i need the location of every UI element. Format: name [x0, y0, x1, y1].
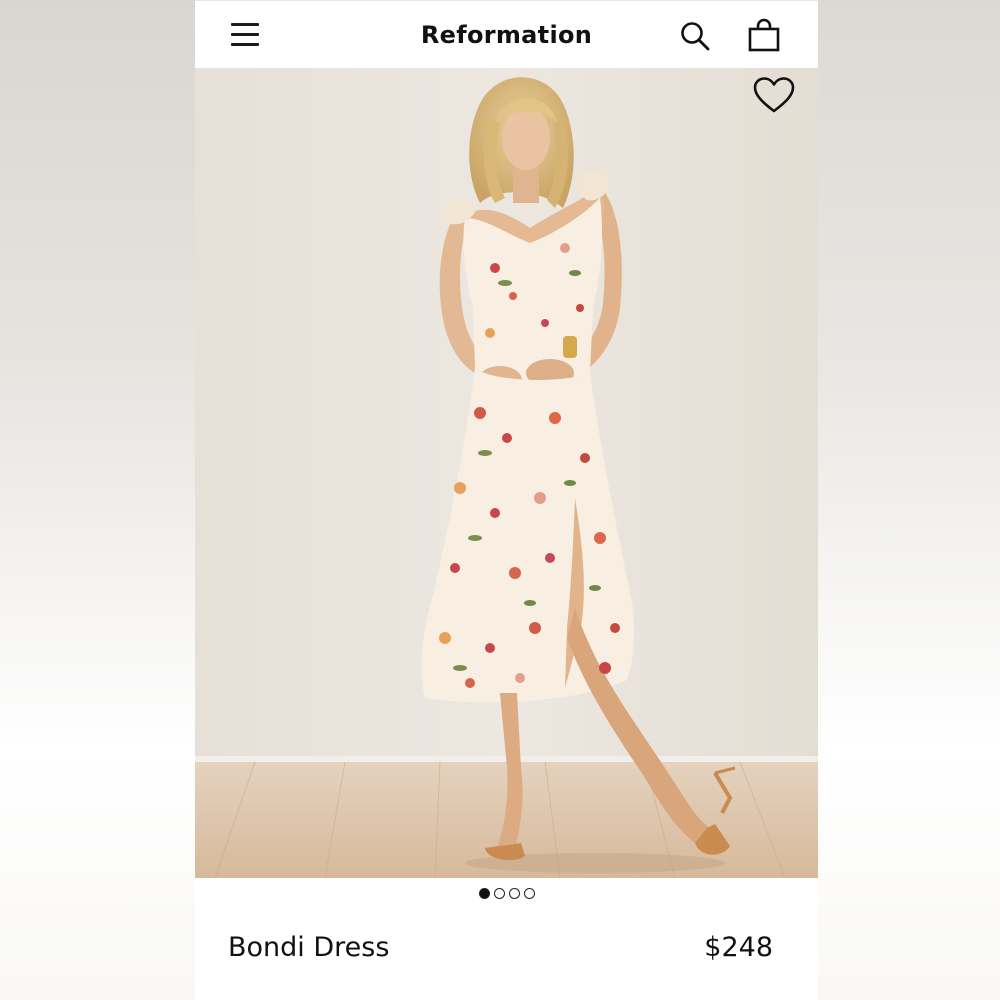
favorite-heart-icon[interactable]	[752, 76, 796, 116]
model-photo	[195, 68, 818, 878]
carousel-dot-3[interactable]	[508, 888, 520, 899]
product-price: $248	[704, 932, 773, 963]
phone-screen: Reformation Bondi Dress $248	[195, 0, 818, 1000]
search-icon[interactable]	[678, 19, 712, 53]
carousel-dot-1[interactable]	[478, 888, 490, 899]
product-name: Bondi Dress	[228, 932, 390, 963]
hamburger-menu-icon[interactable]	[231, 23, 259, 47]
top-navigation-bar: Reformation	[195, 0, 818, 69]
carousel-dot-4[interactable]	[523, 888, 535, 899]
brand-logo[interactable]: Reformation	[195, 21, 818, 49]
right-blurred-backdrop	[818, 0, 1000, 1000]
image-carousel-indicator	[195, 888, 818, 904]
product-image[interactable]	[195, 68, 818, 878]
carousel-dot-2[interactable]	[493, 888, 505, 899]
shopping-bag-icon[interactable]	[746, 17, 782, 53]
left-blurred-backdrop	[0, 0, 195, 1000]
